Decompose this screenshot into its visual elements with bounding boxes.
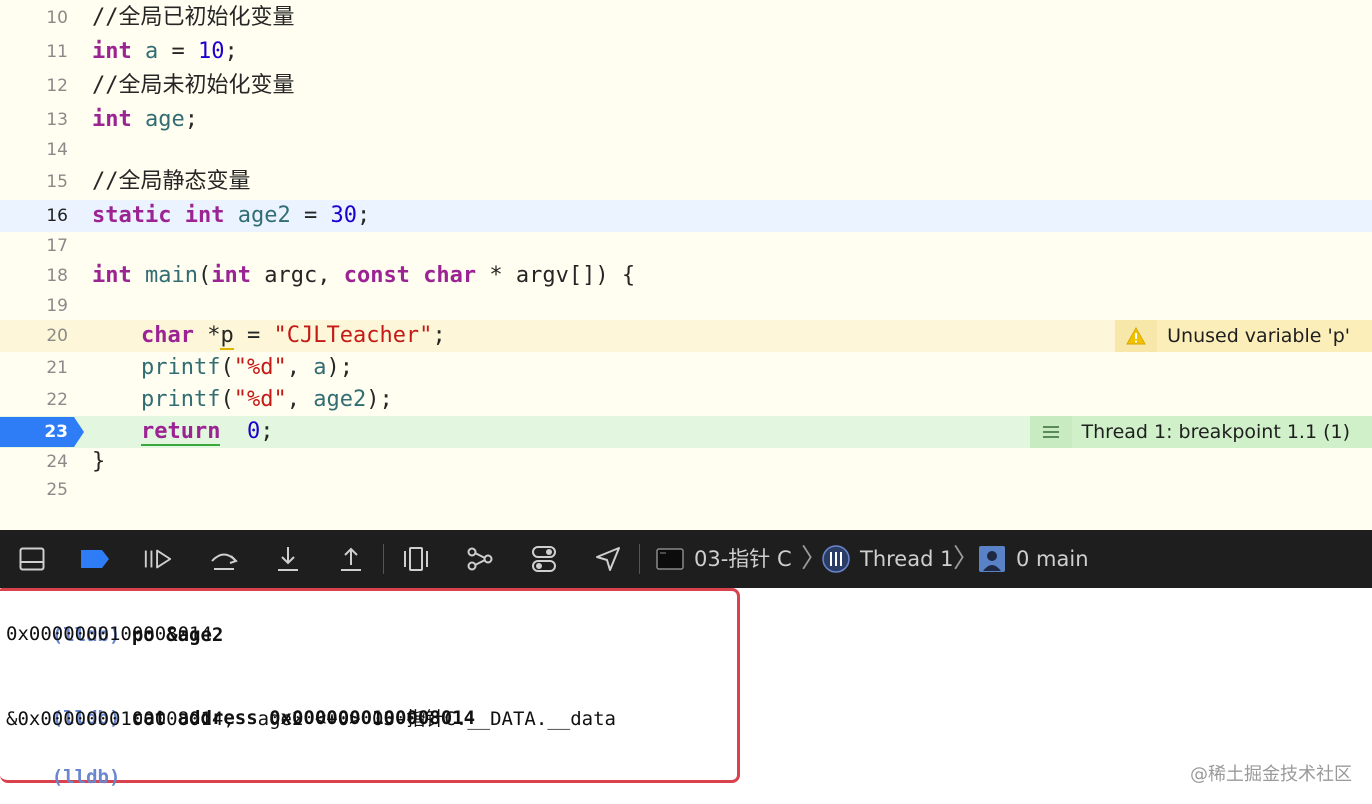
code-line-18[interactable]: 18 int main(int argc, const char * argv[…: [0, 260, 1372, 292]
console-output: &0x0000000100008014, age2 <+0> 03-指针C.__…: [6, 708, 616, 730]
toolbar-divider: [639, 544, 640, 574]
line-number: 21: [46, 358, 68, 378]
view-hierarchy-button[interactable]: [401, 544, 431, 574]
code-line-21[interactable]: 21 printf("%d", a);: [0, 352, 1372, 384]
code-comment: //全局已初始化变量: [92, 5, 295, 30]
memory-graph-button[interactable]: [465, 544, 495, 574]
simulate-location-icon: [596, 547, 620, 571]
breakpoints-toggle-icon: [81, 550, 109, 568]
line-number: 18: [46, 266, 68, 286]
debug-toolbar: 03-指针 C 〉 Thread 1 〉 0 main: [0, 530, 1372, 588]
line-number: 11: [46, 42, 68, 62]
breadcrumb-frame[interactable]: 0 main: [1016, 530, 1089, 588]
step-over-icon: [211, 553, 238, 570]
code-text: int main(int argc, const char * argv[]) …: [92, 263, 636, 288]
environment-overrides-button[interactable]: [529, 544, 559, 574]
code-line-14[interactable]: 14: [0, 134, 1372, 166]
watermark: @稀土掘金技术社区: [1190, 764, 1352, 785]
line-number: 12: [46, 76, 68, 96]
code-text: char *p = "CJLTeacher";: [141, 323, 446, 350]
step-into-icon: [278, 547, 298, 571]
line-number: 13: [46, 110, 68, 130]
continue-icon: [144, 549, 172, 569]
line-number: 16: [46, 206, 68, 226]
code-line-12[interactable]: 12 //全局未初始化变量: [0, 70, 1372, 102]
step-into-button[interactable]: [273, 544, 303, 574]
code-text: static int age2 = 30;: [92, 203, 371, 228]
code-line-16-current[interactable]: 16 static int age2 = 30;: [0, 200, 1372, 232]
memory-graph-icon: [467, 547, 493, 571]
code-line-22[interactable]: 22 printf("%d", age2);: [0, 384, 1372, 416]
step-out-icon: [341, 547, 361, 571]
warning-icon: [1115, 320, 1158, 352]
code-text: return 0;: [141, 419, 274, 446]
code-line-25[interactable]: 25: [0, 474, 1372, 506]
line-number: 22: [46, 390, 68, 410]
line-number: 19: [46, 296, 68, 316]
code-comment: //全局静态变量: [92, 169, 251, 194]
code-line-13[interactable]: 13 int age;: [0, 104, 1372, 136]
code-text: printf("%d", a);: [141, 355, 353, 380]
code-line-17[interactable]: 17: [0, 230, 1372, 262]
line-number: 17: [46, 236, 68, 256]
code-line-11[interactable]: 11 int a = 10;: [0, 36, 1372, 68]
lldb-prompt: (lldb): [51, 766, 121, 788]
breakpoint-marker[interactable]: 23: [0, 417, 84, 447]
breakpoint-text: Thread 1: breakpoint 1.1 (1): [1071, 416, 1372, 448]
line-number: 23: [44, 422, 68, 442]
list-icon: [1029, 416, 1072, 448]
breadcrumb-thread[interactable]: Thread 1: [860, 530, 953, 588]
debug-console[interactable]: (lldb) po &age2 0x0000000100008014 (lldb…: [0, 588, 1372, 804]
warning-annotation[interactable]: Unused variable 'p': [1115, 320, 1372, 352]
console-line[interactable]: (lldb): [6, 732, 121, 788]
toggle-console-button[interactable]: [17, 544, 47, 574]
breadcrumb-target[interactable]: 03-指针 C: [694, 530, 792, 588]
thread-icon: [821, 544, 851, 574]
code-comment: //全局未初始化变量: [92, 73, 295, 98]
continue-button[interactable]: [143, 544, 173, 574]
toggle-console-icon: [19, 547, 45, 571]
line-number: 14: [46, 140, 68, 160]
code-line-10[interactable]: 10 //全局已初始化变量: [0, 2, 1372, 34]
breakpoints-toggle-button[interactable]: [80, 544, 110, 574]
console-line: (lldb) po &age2: [6, 590, 224, 646]
toolbar-divider: [383, 544, 384, 574]
stack-frame-icon: [977, 544, 1007, 574]
warning-text: Unused variable 'p': [1157, 320, 1372, 352]
view-hierarchy-icon: [404, 547, 428, 571]
line-number: 25: [46, 480, 68, 500]
code-text: int a = 10;: [92, 39, 238, 64]
environment-overrides-icon: [532, 546, 556, 572]
code-line-19[interactable]: 19: [0, 290, 1372, 322]
console-line: (lldb) cat address 0x0000000100008014: [6, 673, 475, 729]
simulate-location-button[interactable]: [593, 544, 623, 574]
step-out-button[interactable]: [336, 544, 366, 574]
breadcrumb-separator: 〉: [953, 544, 980, 574]
line-number: 10: [46, 8, 68, 28]
step-over-button[interactable]: [209, 544, 239, 574]
line-number: 20: [46, 326, 68, 346]
console-output: 0x0000000100008014: [6, 623, 212, 645]
code-line-15[interactable]: 15 //全局静态变量: [0, 166, 1372, 198]
breakpoint-annotation[interactable]: Thread 1: breakpoint 1.1 (1): [1029, 416, 1372, 448]
line-number: 15: [46, 172, 68, 192]
code-editor[interactable]: 10 //全局已初始化变量 11 int a = 10; 12 //全局未初始化…: [0, 0, 1372, 530]
code-text: printf("%d", age2);: [141, 387, 393, 412]
code-text: int age;: [92, 107, 198, 132]
terminal-app-icon: [655, 544, 685, 574]
